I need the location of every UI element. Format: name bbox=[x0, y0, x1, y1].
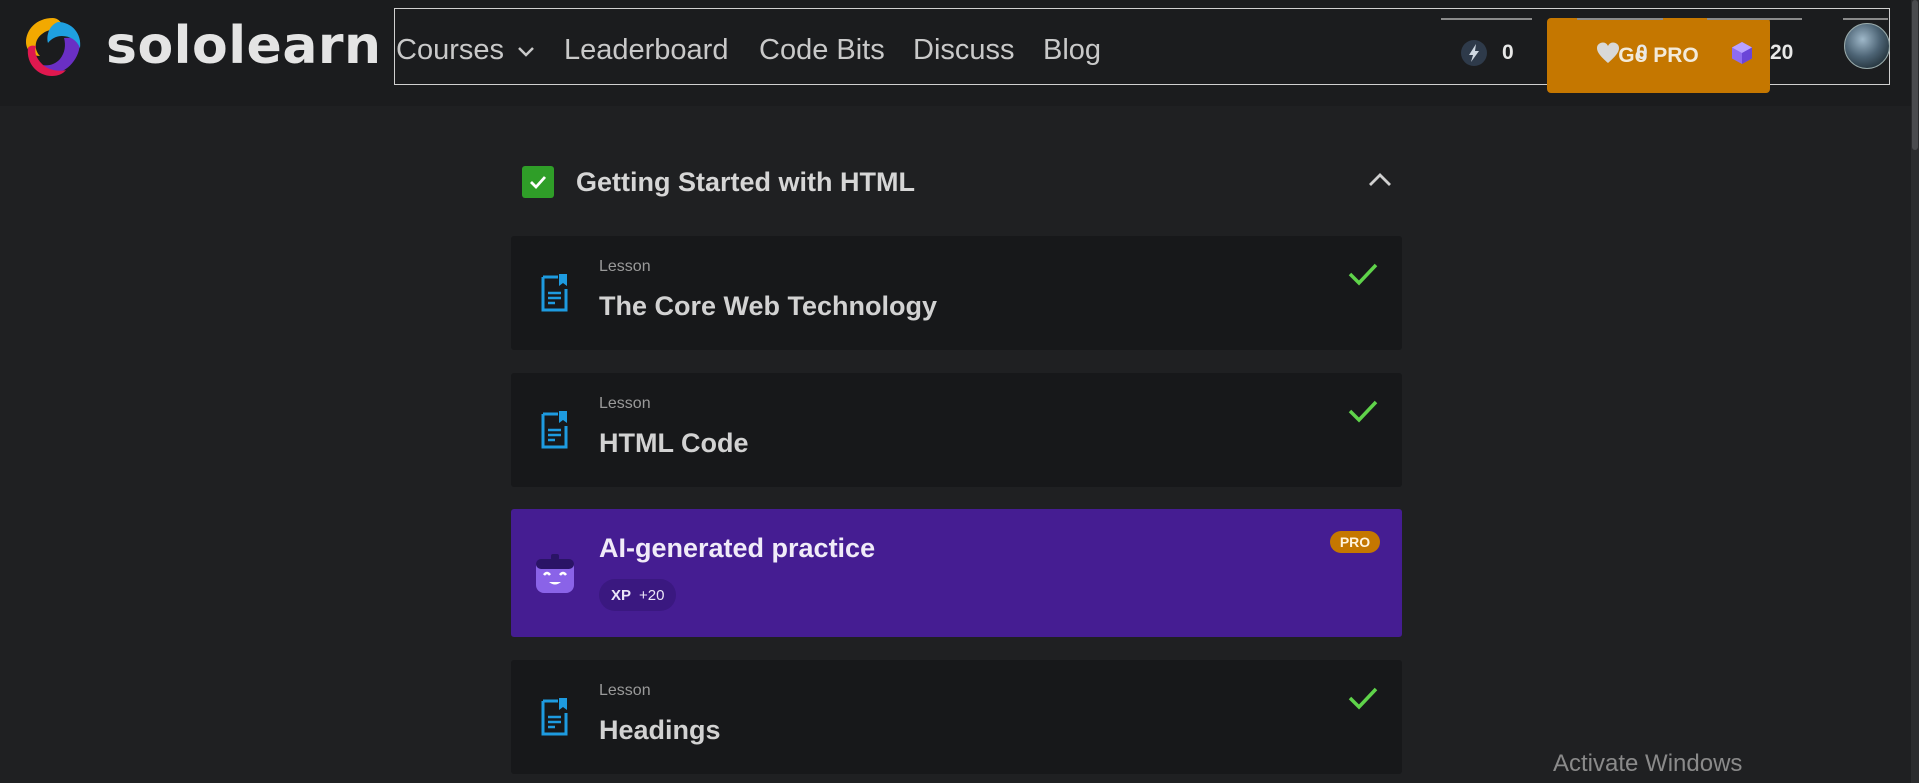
checkmark-icon bbox=[1348, 263, 1378, 286]
lesson-card[interactable]: Lesson Headings bbox=[511, 660, 1402, 774]
brand-name: sololearn bbox=[106, 16, 382, 76]
chevron-down-icon bbox=[518, 46, 534, 57]
lesson-type: Lesson bbox=[599, 258, 651, 275]
document-icon bbox=[541, 274, 568, 312]
divider bbox=[1843, 18, 1888, 20]
document-icon bbox=[541, 411, 568, 449]
page-scrollbar[interactable] bbox=[1911, 0, 1919, 783]
nav-discuss[interactable]: Discuss bbox=[913, 34, 1015, 67]
nav-courses-label: Courses bbox=[396, 34, 504, 66]
scrollbar-thumb[interactable] bbox=[1912, 0, 1918, 150]
ai-practice-card[interactable]: AI-generated practice XP +20 PRO bbox=[511, 509, 1402, 637]
activate-windows-watermark: Activate Windows bbox=[1553, 750, 1743, 777]
brand-logo[interactable]: sololearn bbox=[18, 12, 382, 80]
nav-courses[interactable]: Courses bbox=[396, 34, 536, 67]
lesson-type: Lesson bbox=[599, 682, 651, 699]
checkmark-icon bbox=[1348, 400, 1378, 423]
divider bbox=[1707, 18, 1802, 20]
gem-icon bbox=[1732, 42, 1752, 64]
user-avatar[interactable] bbox=[1844, 23, 1890, 69]
xp-badge: XP +20 bbox=[599, 579, 677, 611]
pro-badge: PRO bbox=[1330, 531, 1380, 553]
robot-mascot-icon bbox=[536, 554, 574, 593]
document-icon bbox=[541, 698, 568, 736]
divider bbox=[1441, 18, 1532, 20]
nav-blog[interactable]: Blog bbox=[1043, 34, 1101, 67]
lesson-card[interactable]: Lesson HTML Code bbox=[511, 373, 1402, 487]
gems-counter[interactable]: 20 bbox=[1728, 39, 1793, 67]
module-title: Getting Started with HTML bbox=[576, 166, 915, 197]
chevron-up-icon[interactable] bbox=[1367, 170, 1393, 190]
lesson-card[interactable]: Lesson The Core Web Technology bbox=[511, 236, 1402, 350]
module-header[interactable]: Getting Started with HTML bbox=[510, 152, 1401, 212]
top-header: sololearn Courses Leaderboard Code Bits … bbox=[0, 0, 1919, 106]
sololearn-logo-icon bbox=[26, 18, 81, 76]
divider bbox=[1577, 18, 1663, 20]
lightning-icon bbox=[1461, 40, 1487, 66]
practice-title: AI-generated practice bbox=[599, 533, 876, 563]
nav-bar: Courses Leaderboard Code Bits Discuss Bl… bbox=[394, 8, 1890, 93]
lesson-title: Headings bbox=[599, 715, 721, 745]
checkmark-icon bbox=[1348, 687, 1378, 710]
xp-value: +20 bbox=[639, 586, 665, 604]
nav-code-bits[interactable]: Code Bits bbox=[759, 34, 885, 67]
lesson-title: HTML Code bbox=[599, 428, 749, 458]
streak-value: 0 bbox=[1502, 41, 1514, 64]
lesson-type: Lesson bbox=[599, 395, 651, 412]
nav-leaderboard[interactable]: Leaderboard bbox=[564, 34, 728, 67]
module-complete-checkbox bbox=[522, 166, 554, 198]
lesson-title: The Core Web Technology bbox=[599, 291, 938, 321]
hearts-value: 0 bbox=[1636, 41, 1648, 64]
gems-value: 20 bbox=[1770, 41, 1794, 64]
heart-icon bbox=[1597, 42, 1619, 63]
check-icon bbox=[530, 176, 547, 190]
xp-label: XP bbox=[611, 586, 632, 604]
hearts-counter[interactable]: 0 bbox=[1594, 39, 1648, 67]
streak-counter[interactable]: 0 bbox=[1460, 39, 1514, 67]
